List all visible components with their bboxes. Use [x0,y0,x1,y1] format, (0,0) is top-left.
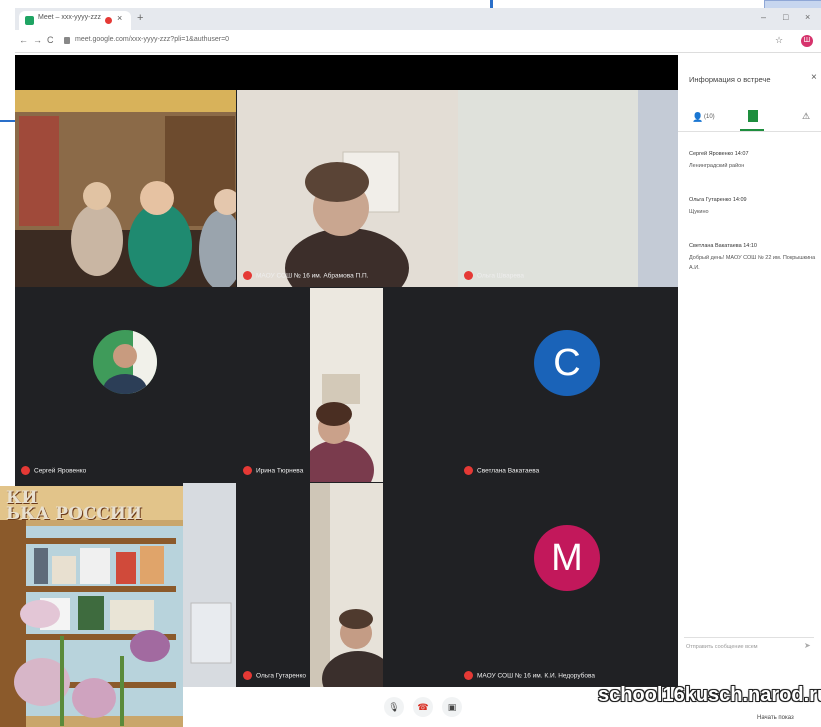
participant-label: Ольга Шварева [464,267,524,281]
meet-top-bar [15,55,678,90]
profile-avatar[interactable]: Ш [801,35,813,47]
mic-off-icon [464,271,473,281]
forward-icon[interactable]: → [33,35,42,45]
library-video-icon [15,90,236,287]
address-bar-row: ← → C meet.google.com/xxx-yyyy-zzz?pli=1… [15,31,821,53]
people-icon[interactable]: 👤 [692,112,703,123]
mic-off-icon [21,466,30,476]
video-tile[interactable]: Ольга Гутаренко [237,483,458,687]
meeting-details-panel: Информация о встрече × 👤 (10) ⚠ Сергей Я… [678,55,821,687]
library-photo-overlay: КИ ЬКА РОССИИ [0,486,183,727]
back-icon[interactable]: ← [19,35,28,45]
chat-message-author: Сергей Яровенко 14:07 [689,151,749,157]
site-watermark: school16kusch.narod.ru [598,684,821,706]
chat-message-author: Светлана Вакатаева 14:10 [689,243,757,249]
participant-label: Ирина Тюрнева [243,462,303,476]
people-count: (10) [704,114,715,120]
camera-button[interactable]: ▣ [442,697,462,717]
chat-message-text: А.И. [689,265,700,271]
activities-icon[interactable]: ⚠ [802,111,810,122]
close-window-icon[interactable]: × [805,12,810,22]
star-icon[interactable]: ☆ [775,35,783,46]
browser-tab[interactable]: Meet – xxx-yyyy-zzz × [19,11,131,30]
participant-video-icon [458,90,678,287]
video-tile[interactable]: M МАОУ СОШ № 16 им. К.И. Недорубова [458,483,678,687]
send-icon[interactable]: ➤ [804,641,811,650]
participant-video-icon [237,90,458,287]
initial-avatar: M [534,525,600,591]
mic-off-icon [464,671,473,681]
video-tile[interactable] [15,90,236,287]
tab-title: Meet – xxx-yyyy-zzz [38,14,102,21]
participant-label: МАОУ СОШ № 16 им. К.И. Недорубова [464,667,595,681]
meet-favicon-icon [25,16,34,25]
panel-title: Информация о встрече [689,75,771,84]
reload-icon[interactable]: C [47,35,54,45]
chat-message-text: Ленинградский район [689,163,745,169]
hangup-button[interactable]: ☎ [413,697,433,717]
active-tab-indicator [740,129,764,131]
recording-dot-icon [105,17,112,24]
participant-photo-avatar [93,330,157,394]
mic-off-icon [243,466,252,476]
close-tab-icon[interactable]: × [117,13,122,23]
maximize-icon[interactable]: □ [783,12,788,22]
video-tile[interactable]: C Светлана Вакатаева [458,288,678,482]
chat-message-text: Добрый день! МАОУ СОШ № 22 им. Покрышкин… [689,255,816,261]
mic-off-icon [243,271,252,281]
lock-icon [64,37,70,44]
minimize-icon[interactable]: – [761,12,766,22]
participant-label: МАОУ СОШ № 16 им. Абрамова П.П. [243,267,368,281]
participant-label: Ольга Гутаренко [243,667,306,681]
participant-video-icon [183,483,236,687]
video-tile[interactable]: Ольга Шварева [458,90,678,287]
participant-label: Светлана Вакатаева [464,462,539,476]
chat-input[interactable]: Отправить сообщение всем ➤ [684,637,814,654]
banner-text: КИ ЬКА РОССИИ [6,488,143,524]
participant-label: Сергей Яровенко [21,462,86,476]
chat-message-author: Ольга Гутаренко 14:09 [689,197,747,203]
mic-button[interactable]: 🎙 [384,697,404,717]
participant-video-icon [310,288,383,482]
browser-tab-strip: Meet – xxx-yyyy-zzz × + – □ × [15,8,821,30]
initial-avatar: C [534,330,600,396]
url-field[interactable]: meet.google.com/xxx-yyyy-zzz?pli=1&authu… [75,36,229,43]
participant-video-icon [310,483,383,687]
chat-icon[interactable] [748,110,758,122]
video-tile[interactable]: Ирина Тюрнева [237,288,383,482]
video-tile[interactable]: МАОУ СОШ № 16 им. Абрамова П.П. [237,90,458,287]
menu-icon[interactable]: ⋮ [817,35,821,46]
video-tile[interactable]: Сергей Яровенко [15,288,236,482]
panel-tabs: 👤 (10) ⚠ [678,105,821,132]
chat-message-text: Щукино [689,209,709,215]
close-panel-icon[interactable]: × [811,72,817,83]
present-now-button[interactable]: Начать показ [757,715,794,721]
chat-input-placeholder: Отправить сообщение всем [686,644,758,650]
mic-off-icon [464,466,473,476]
new-tab-button[interactable]: + [137,12,143,24]
mic-off-icon [243,671,252,681]
